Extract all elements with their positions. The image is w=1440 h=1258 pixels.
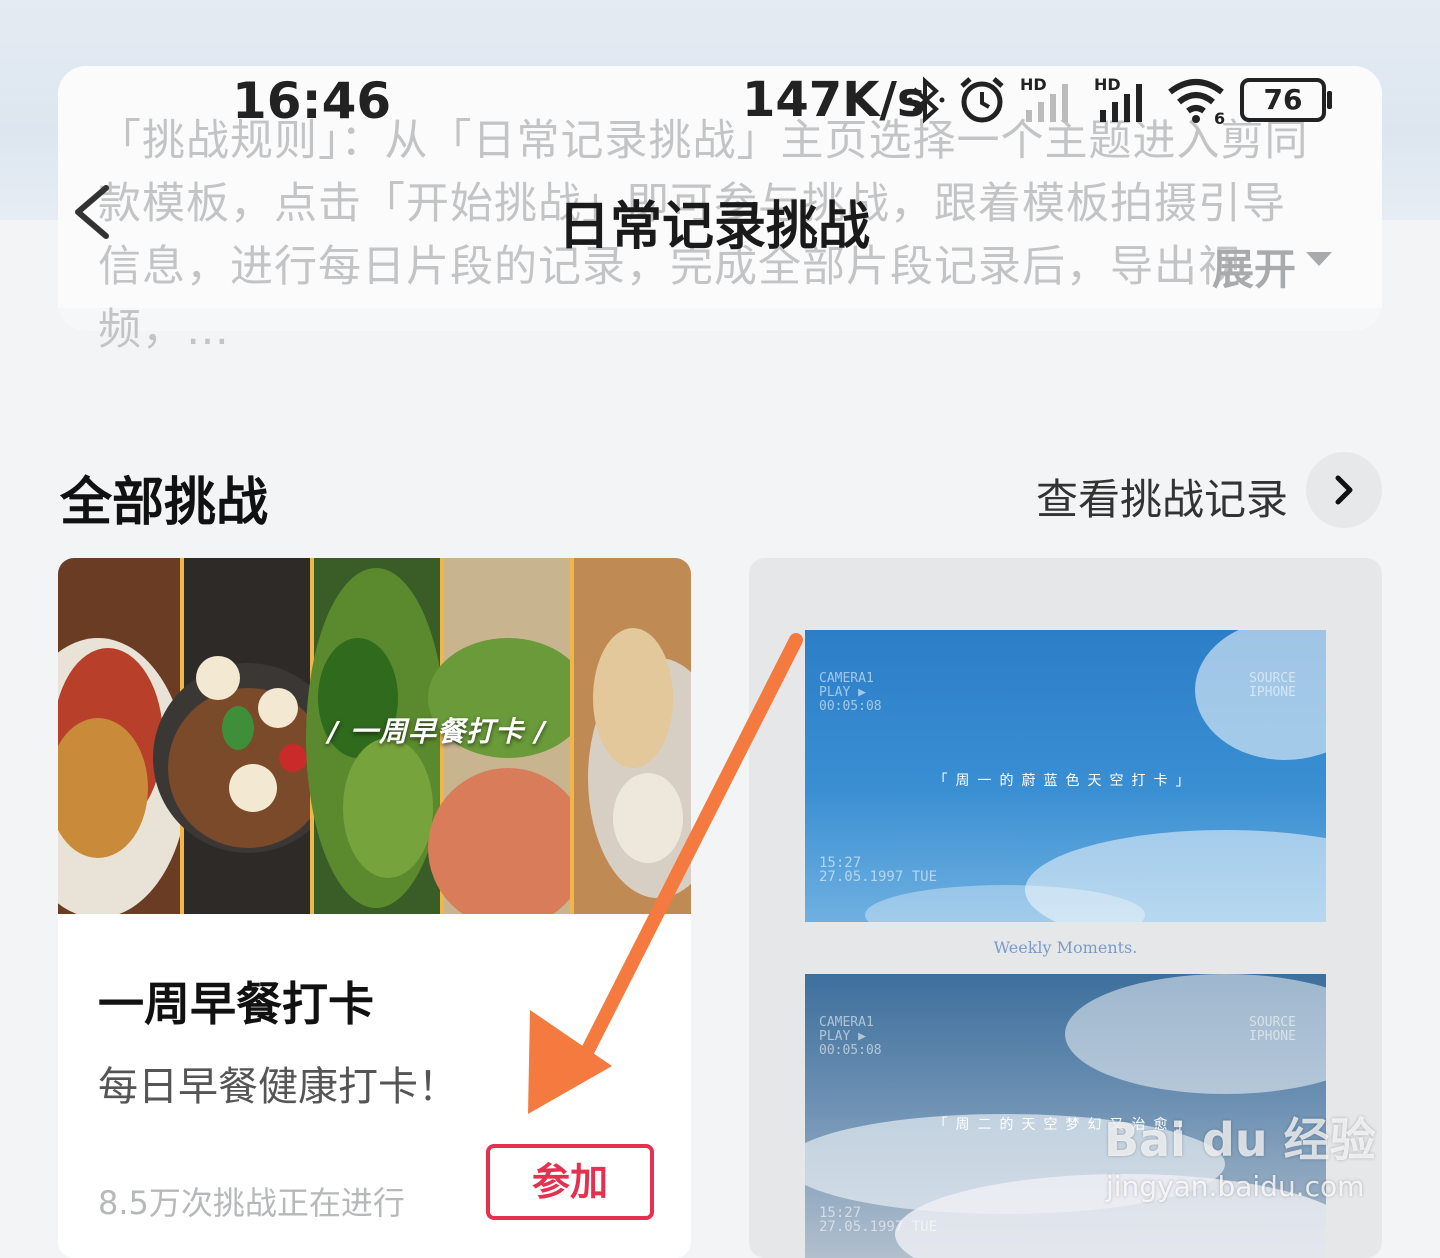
signal-icon-2: HD: [1094, 75, 1142, 122]
sky-caption: 「周一的蔚蓝色天空打卡」: [933, 773, 1198, 789]
camera-overlay-text: CAMERA1 PLAY ▶ 00:05:08: [819, 671, 882, 714]
caret-down-icon[interactable]: [1306, 252, 1332, 266]
chevron-right-icon: [1335, 475, 1353, 505]
alarm-icon: [960, 77, 1004, 123]
status-time: 16:46: [232, 72, 392, 130]
page-title: 日常记录挑战: [558, 197, 871, 257]
source-overlay-text-2: SOURCE IPHONE: [1249, 1015, 1296, 1044]
card-description: 每日早餐健康打卡！: [98, 1064, 458, 1110]
baidu-watermark-url: jingyan.baidu.com: [1106, 1170, 1365, 1203]
bluetooth-icon: [907, 76, 945, 124]
card-title: 一周早餐打卡: [98, 977, 374, 1031]
challenge-card-breakfast[interactable]: / 一周早餐打卡 / 一周早餐打卡 每日早餐健康打卡！ 8.5万次挑战正在进行 …: [58, 558, 691, 1258]
svg-text:HD: HD: [1020, 75, 1047, 94]
banner-title: / 一周早餐打卡 /: [328, 715, 546, 748]
battery-icon: 76: [1240, 78, 1332, 122]
join-button[interactable]: 参加: [486, 1144, 654, 1220]
svg-text:6: 6: [1214, 109, 1225, 126]
status-net-speed: 147K/s: [742, 72, 926, 128]
wifi-icon: 6: [1168, 79, 1225, 126]
signal-icon: HD: [1020, 75, 1068, 122]
date-overlay-text: 15:27 27.05.1997 TUE: [819, 855, 938, 885]
view-records-link[interactable]: 查看挑战记录: [1036, 466, 1288, 527]
participant-count: 8.5万次挑战正在进行: [98, 1184, 405, 1222]
sky-image-monday: CAMERA1 PLAY ▶ 00:05:08 SOURCE IPHONE 「周…: [805, 630, 1326, 922]
source-overlay-text: SOURCE IPHONE: [1249, 671, 1296, 700]
weekly-moments-label: Weekly Moments.: [993, 938, 1138, 957]
status-icons: HD HD 6 76: [906, 72, 1332, 128]
date-overlay-text-2: 15:27 27.05.1997 TUE: [819, 1205, 938, 1235]
back-arrow-icon[interactable]: [70, 184, 114, 240]
baidu-watermark: Bai du 经验: [1104, 1113, 1376, 1167]
camera-overlay-text-2: CAMERA1 PLAY ▶ 00:05:08: [819, 1015, 882, 1058]
svg-text:HD: HD: [1094, 75, 1121, 94]
expand-button[interactable]: 展开: [1212, 236, 1296, 297]
view-records-button[interactable]: [1306, 452, 1382, 528]
section-title: 全部挑战: [60, 473, 269, 533]
